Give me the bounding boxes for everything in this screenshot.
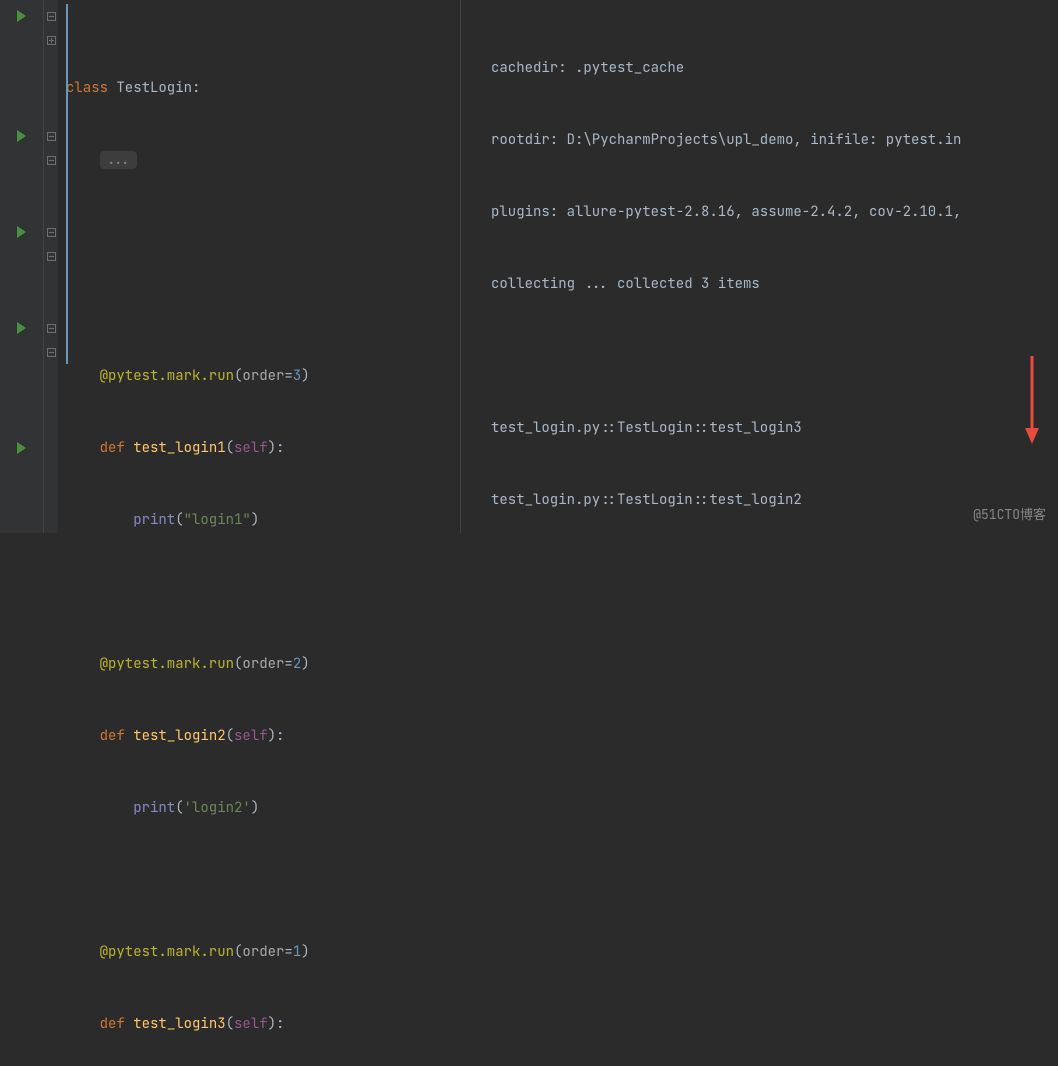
code-area[interactable]: class TestLogin: ... @pytest.mark.run(or… xyxy=(58,0,460,533)
run-icon[interactable] xyxy=(0,436,43,460)
code-editor[interactable]: class TestLogin: ... @pytest.mark.run(or… xyxy=(0,0,460,533)
fold-icon[interactable] xyxy=(47,156,56,165)
fold-icon[interactable] xyxy=(47,324,56,333)
console-line: rootdir: D:\PycharmProjects\upl_demo, in… xyxy=(491,128,1048,152)
annotation-arrow-icon xyxy=(1022,356,1042,446)
console-line: cachedir: .pytest_cache xyxy=(491,56,1048,80)
keyword: class xyxy=(66,79,108,97)
class-name: TestLogin xyxy=(116,79,192,97)
decorator: @pytest.mark.run xyxy=(100,367,234,385)
run-icon[interactable] xyxy=(0,220,43,244)
console-line: test_login.py::TestLogin::test_login2 xyxy=(491,488,1048,512)
gutter xyxy=(0,0,44,533)
function-name: test_login1 xyxy=(133,439,225,457)
fold-icon[interactable] xyxy=(47,132,56,141)
fold-icon[interactable] xyxy=(47,12,56,21)
run-icon[interactable] xyxy=(0,316,43,340)
fold-icon[interactable] xyxy=(47,36,56,45)
console-line: plugins: allure-pytest-2.8.16, assume-2.… xyxy=(491,200,1048,224)
run-icon[interactable] xyxy=(0,124,43,148)
function-name: test_login3 xyxy=(133,1015,225,1033)
console-line: collecting ... collected 3 items xyxy=(491,272,1048,296)
function-name: test_login2 xyxy=(133,727,225,745)
run-icon[interactable] xyxy=(0,4,43,28)
fold-icon[interactable] xyxy=(47,228,56,237)
fold-column xyxy=(44,0,58,533)
fold-icon[interactable] xyxy=(47,252,56,261)
folded-region[interactable]: ... xyxy=(100,151,137,169)
fold-icon[interactable] xyxy=(47,348,56,357)
console-output[interactable]: cachedir: .pytest_cache rootdir: D:\Pych… xyxy=(460,0,1058,533)
console-line: test_login.py::TestLogin::test_login3 xyxy=(491,416,1048,440)
watermark: @51CTO博客 xyxy=(973,503,1046,527)
